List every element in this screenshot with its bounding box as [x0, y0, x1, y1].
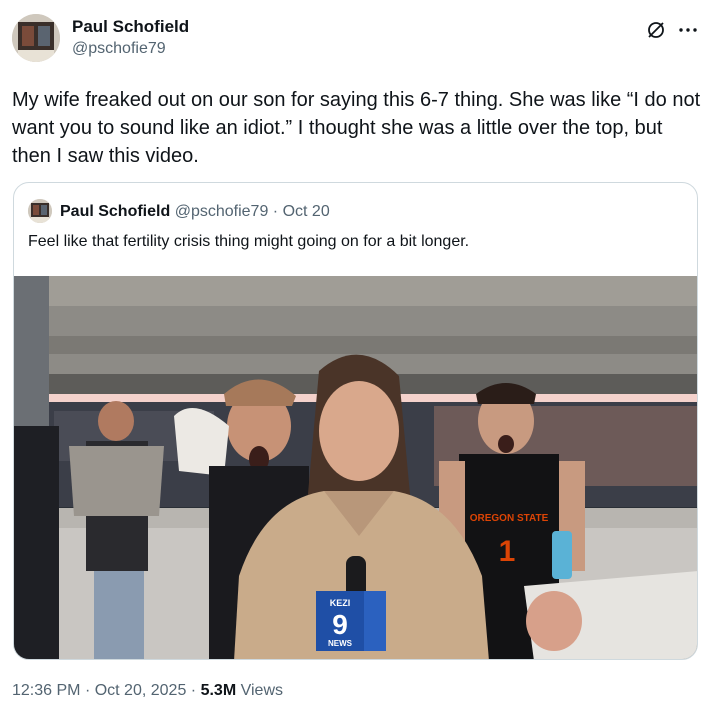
quoted-author-avatar[interactable] — [28, 199, 52, 223]
grok-icon[interactable] — [646, 20, 666, 40]
more-icon[interactable] — [676, 18, 700, 42]
quoted-video-media[interactable]: OREGON STATE 1 KEZI 9 NEWS — [14, 276, 697, 659]
quoted-separator: · — [272, 203, 279, 220]
quoted-header: Paul Schofield @pschofie79 · Oct 20 — [60, 203, 330, 221]
jersey-text: OREGON STATE — [470, 513, 549, 524]
tweet-time[interactable]: 12:36 PM — [12, 682, 80, 699]
tweet: Paul Schofield @pschofie79 My wife freak… — [0, 0, 716, 716]
quoted-date[interactable]: Oct 20 — [283, 203, 330, 220]
views-label: Views — [240, 682, 283, 699]
quoted-author-name[interactable]: Paul Schofield — [60, 203, 170, 220]
mic-logo-number: 9 — [332, 609, 348, 640]
quoted-author-handle[interactable]: @pschofie79 — [175, 203, 269, 220]
tweet-date[interactable]: Oct 20, 2025 — [95, 682, 187, 699]
jersey-number: 1 — [499, 535, 516, 568]
tweet-meta: 12:36 PM · Oct 20, 2025 · 5.3M Views — [12, 682, 283, 700]
meta-separator: · — [84, 682, 91, 699]
quoted-tweet[interactable]: Paul Schofield @pschofie79 · Oct 20 Feel… — [13, 182, 698, 660]
author-handle[interactable]: @pschofie79 — [72, 40, 166, 58]
author-avatar[interactable] — [12, 14, 60, 62]
tweet-text: My wife freaked out on our son for sayin… — [12, 89, 701, 167]
author-name[interactable]: Paul Schofield — [72, 17, 189, 37]
quoted-text: Feel like that fertility crisis thing mi… — [28, 233, 470, 250]
mic-logo-top: KEZI — [330, 598, 351, 608]
mic-logo-bottom: NEWS — [328, 639, 353, 648]
meta-separator: · — [190, 682, 197, 699]
views-count[interactable]: 5.3M — [201, 682, 237, 699]
